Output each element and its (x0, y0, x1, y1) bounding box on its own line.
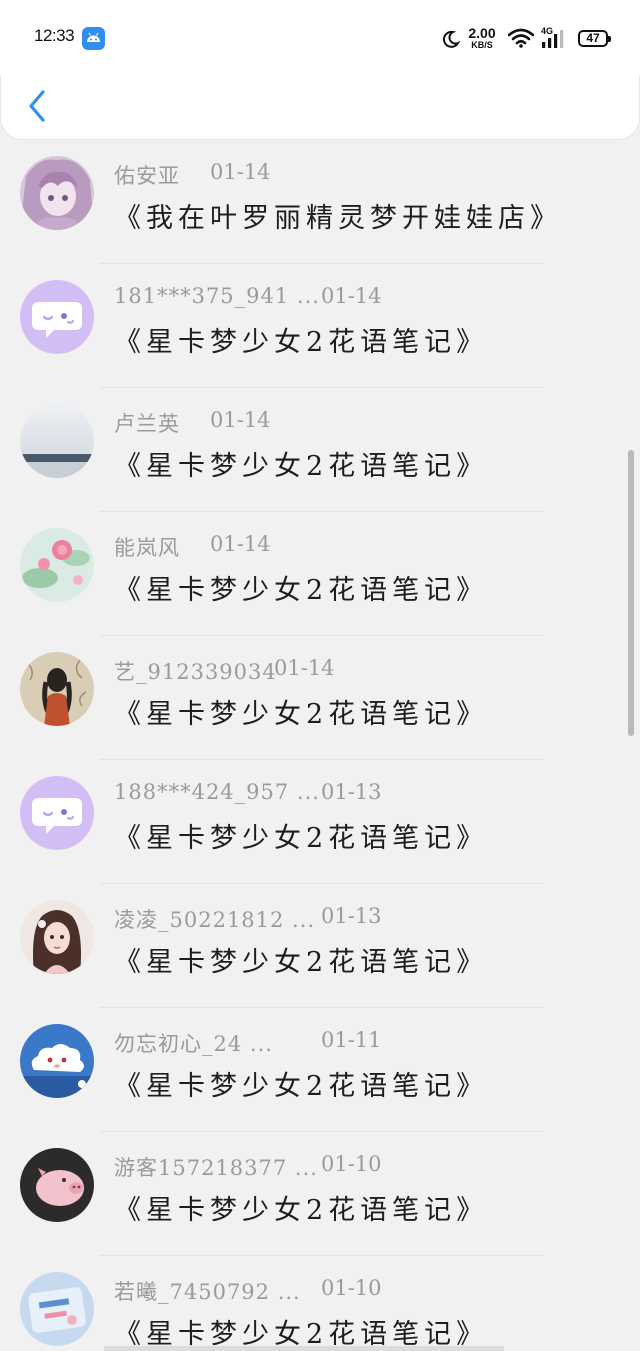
comment-date: 01-13 (321, 780, 382, 804)
list-item[interactable]: 佑安亚 01-14 《我在叶罗丽精灵梦开娃娃店》 (0, 140, 640, 264)
comment-date: 01-10 (321, 1152, 382, 1176)
status-time: 12:33 (34, 26, 75, 45)
list-item[interactable]: 艺_912339034 01-14 《星卡梦少女2花语笔记》 (0, 636, 640, 760)
comment-date: 01-14 (210, 408, 271, 432)
comment-meta: 若曦_7450792 ... 01-10 (114, 1276, 614, 1304)
book-title[interactable]: 《星卡梦少女2花语笔记》 (114, 940, 488, 979)
comment-date: 01-14 (321, 284, 382, 308)
network-speed: 2.00 KB/S (466, 26, 498, 50)
username: 勿忘初心_24 ... (114, 1032, 273, 1056)
book-title[interactable]: 《我在叶罗丽精灵梦开娃娃店》 (114, 196, 562, 235)
comment-meta: 游客157218377 ... 01-10 (114, 1152, 614, 1180)
comment-meta: 凌凌_50221812 ... 01-13 (114, 904, 614, 932)
network-speed-value: 2.00 (468, 25, 496, 41)
comment-meta: 勿忘初心_24 ... 01-11 (114, 1028, 614, 1056)
back-button[interactable] (19, 82, 55, 130)
comment-meta: 卢兰英 01-14 (114, 408, 614, 436)
avatar[interactable] (20, 1272, 94, 1346)
username: 能岚风 (114, 536, 180, 560)
username: 188***424_957 ... (114, 780, 320, 804)
username: 181***375_941 ... (114, 284, 320, 308)
avatar[interactable] (20, 528, 94, 602)
username: 艺_912339034 (114, 660, 277, 684)
list-item[interactable]: 188***424_957 ... 01-13 《星卡梦少女2花语笔记》 (0, 760, 640, 884)
comment-meta: 181***375_941 ... 01-14 (114, 284, 614, 312)
avatar[interactable] (20, 652, 94, 726)
book-title[interactable]: 《星卡梦少女2花语笔记》 (114, 568, 488, 607)
book-title[interactable]: 《星卡梦少女2花语笔记》 (114, 816, 488, 855)
bottom-edge (104, 1346, 504, 1351)
list-item[interactable]: 勿忘初心_24 ... 01-11 《星卡梦少女2花语笔记》 (0, 1008, 640, 1132)
cell-signal-icon (540, 27, 568, 53)
comment-list: 佑安亚 01-14 《我在叶罗丽精灵梦开娃娃店》 181***375_941 .… (0, 140, 640, 1351)
username: 游客157218377 ... (114, 1156, 318, 1180)
list-item[interactable]: 卢兰英 01-14 《星卡梦少女2花语笔记》 (0, 388, 640, 512)
status-bar: 12:33 2.00 KB/S 4G 47 (0, 0, 640, 76)
avatar[interactable] (20, 404, 94, 478)
comment-meta: 佑安亚 01-14 (114, 160, 614, 188)
username: 佑安亚 (114, 164, 180, 188)
scrollbar[interactable] (628, 450, 634, 736)
network-speed-unit: KB/S (471, 40, 493, 50)
comment-meta: 艺_912339034 01-14 (114, 656, 614, 684)
battery-indicator: 47 (578, 30, 611, 47)
comment-date: 01-14 (210, 160, 271, 184)
comment-date: 01-14 (274, 656, 335, 680)
comment-meta: 能岚风 01-14 (114, 532, 614, 560)
chevron-left-icon (29, 90, 45, 122)
avatar[interactable] (20, 900, 94, 974)
comment-date: 01-11 (321, 1028, 382, 1052)
list-item[interactable]: 能岚风 01-14 《星卡梦少女2花语笔记》 (0, 512, 640, 636)
comment-date: 01-13 (321, 904, 382, 928)
book-title[interactable]: 《星卡梦少女2花语笔记》 (114, 1188, 488, 1227)
do-not-disturb-moon-icon (442, 30, 461, 52)
list-item[interactable]: 凌凌_50221812 ... 01-13 《星卡梦少女2花语笔记》 (0, 884, 640, 1008)
list-item[interactable]: 181***375_941 ... 01-14 《星卡梦少女2花语笔记》 (0, 264, 640, 388)
book-title[interactable]: 《星卡梦少女2花语笔记》 (114, 320, 488, 359)
book-title[interactable]: 《星卡梦少女2花语笔记》 (114, 692, 488, 731)
comment-date: 01-10 (321, 1276, 382, 1300)
list-item[interactable]: 游客157218377 ... 01-10 《星卡梦少女2花语笔记》 (0, 1132, 640, 1256)
comment-date: 01-14 (210, 532, 271, 556)
avatar[interactable] (20, 1024, 94, 1098)
book-title[interactable]: 《星卡梦少女2花语笔记》 (114, 444, 488, 483)
wifi-icon (507, 28, 535, 52)
avatar[interactable] (20, 1148, 94, 1222)
avatar[interactable] (20, 156, 94, 230)
android-app-icon (82, 27, 105, 50)
avatar[interactable] (20, 776, 94, 850)
book-title[interactable]: 《星卡梦少女2花语笔记》 (114, 1064, 488, 1103)
username: 若曦_7450792 ... (114, 1280, 301, 1304)
username: 凌凌_50221812 ... (114, 908, 316, 932)
username: 卢兰英 (114, 412, 180, 436)
list-item[interactable]: 若曦_7450792 ... 01-10 《星卡梦少女2花语笔记》 (0, 1256, 640, 1351)
avatar[interactable] (20, 280, 94, 354)
top-header (0, 76, 640, 140)
comment-meta: 188***424_957 ... 01-13 (114, 780, 614, 808)
